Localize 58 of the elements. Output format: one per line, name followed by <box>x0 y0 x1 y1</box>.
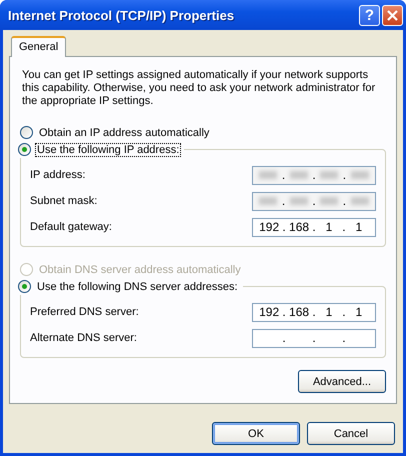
octet-separator: . <box>342 194 346 208</box>
field-label: Subnet mask: <box>30 195 98 207</box>
ip-address-field[interactable]: 192 . 168 . 1 . 1 <box>252 302 376 322</box>
radio-option[interactable]: Obtain an IP address automatically <box>20 124 386 141</box>
radio-label[interactable]: Obtain an IP address automatically <box>37 126 212 140</box>
blurred-octet <box>290 171 308 179</box>
octet-separator: . <box>282 305 286 319</box>
radio-button[interactable] <box>18 143 31 156</box>
octet-separator: . <box>312 220 316 234</box>
octet-value: 1 <box>324 220 334 234</box>
dialog-button[interactable]: Cancel <box>307 422 395 445</box>
octet-separator: . <box>312 305 316 319</box>
tab[interactable]: General <box>11 36 66 57</box>
dialog-button[interactable]: OK <box>212 422 300 445</box>
octet-value: 192 <box>258 305 280 319</box>
advanced-button[interactable]: Advanced... <box>298 370 386 393</box>
window-title: Internet Protocol (TCP/IP) Properties <box>8 8 236 22</box>
ip-address-field[interactable]: . . . <box>252 192 376 210</box>
octet-value: 192 <box>258 220 280 234</box>
close-icon <box>387 10 398 20</box>
blurred-octet <box>290 197 308 205</box>
radio-button[interactable] <box>20 126 33 139</box>
octet-separator: . <box>342 305 346 319</box>
radio-option[interactable]: Use the following DNS server addresses: <box>18 278 240 295</box>
radio-label[interactable]: Use the following DNS server addresses: <box>35 280 240 294</box>
help-button[interactable]: ? <box>359 4 380 26</box>
field-label: Default gateway: <box>30 221 112 233</box>
octet-separator: . <box>282 331 286 345</box>
octet-separator: . <box>312 331 316 345</box>
close-button[interactable] <box>382 4 403 26</box>
octet-separator: . <box>312 168 316 182</box>
octet-separator: . <box>342 168 346 182</box>
blurred-octet <box>259 171 278 179</box>
description-text: You can get IP settings assigned automatically if your network supports this capability. Otherwise, you need to ask your network administrator for the appropriate IP settings. <box>22 69 376 108</box>
octet-separator: . <box>282 220 286 234</box>
blurred-octet <box>350 197 369 205</box>
octet-value: 168 <box>288 220 310 234</box>
octet-value: 1 <box>354 220 364 234</box>
blurred-octet <box>259 197 278 205</box>
blurred-octet <box>350 171 369 179</box>
blurred-octet <box>320 171 338 179</box>
blurred-octet <box>320 197 338 205</box>
ip-address-field[interactable]: 192 . 168 . 1 . 1 <box>252 218 376 236</box>
octet-separator: . <box>342 331 346 345</box>
ip-address-field[interactable]: . . . <box>252 166 376 184</box>
octet-value: 168 <box>288 305 310 319</box>
ip-address-field[interactable]: . . . <box>252 328 376 348</box>
field-label: IP address: <box>30 169 86 181</box>
field-label: Alternate DNS server: <box>30 332 137 344</box>
radio-button[interactable] <box>18 280 31 293</box>
radio-label[interactable]: Use the following IP address: <box>35 142 182 156</box>
field-label: Preferred DNS server: <box>30 306 139 318</box>
octet-value: 1 <box>324 305 334 319</box>
octet-separator: . <box>282 168 286 182</box>
octet-separator: . <box>282 194 286 208</box>
octet-value: 1 <box>354 305 364 319</box>
octet-separator: . <box>312 194 316 208</box>
octet-separator: . <box>342 220 346 234</box>
